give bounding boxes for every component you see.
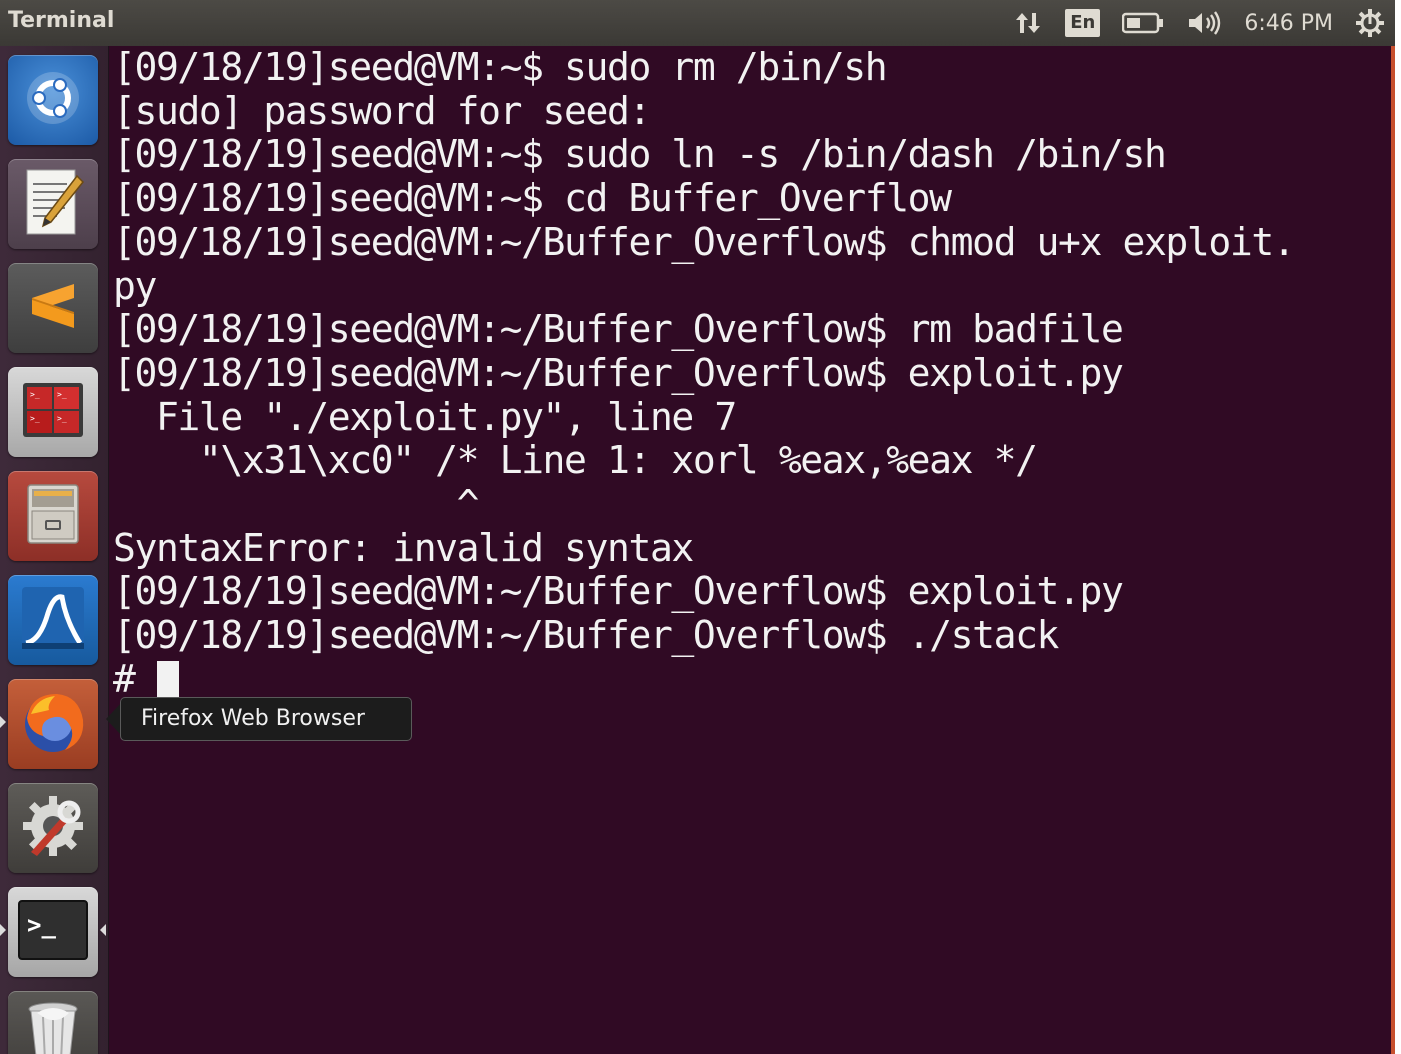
terminal-prompt-line: # bbox=[113, 656, 156, 701]
running-indicator-pip bbox=[0, 924, 6, 936]
launcher: >_ >_ >_ >_ >_ bbox=[0, 46, 109, 1054]
terminal-line: [09/18/19]seed@VM:~$ cd Buffer_Overflow bbox=[113, 176, 952, 221]
sublime-text-icon bbox=[26, 276, 80, 341]
svg-text:>_: >_ bbox=[27, 911, 56, 939]
terminal-line: "\x31\xc0" /* Line 1: xorl %eax,%eax */ bbox=[113, 438, 1038, 483]
terminal-line: [09/18/19]seed@VM:~/Buffer_Overflow$ chm… bbox=[113, 219, 1296, 264]
launcher-item-terminal[interactable]: >_ bbox=[8, 887, 98, 977]
file-cabinet-icon bbox=[22, 481, 84, 552]
terminal-output[interactable]: [09/18/19]seed@VM:~$ sudo rm /bin/sh [su… bbox=[113, 46, 1296, 702]
terminal-line: [09/18/19]seed@VM:~/Buffer_Overflow$ exp… bbox=[113, 569, 1124, 614]
launcher-item-firefox[interactable] bbox=[8, 679, 98, 769]
terminal-line: py bbox=[113, 263, 157, 308]
trash-icon bbox=[23, 999, 83, 1054]
terminal-line: File "./exploit.py", line 7 bbox=[113, 394, 737, 439]
network-transfer-icon[interactable] bbox=[1013, 9, 1043, 37]
keyboard-layout-indicator[interactable]: En bbox=[1065, 9, 1101, 37]
launcher-tooltip: Firefox Web Browser bbox=[120, 697, 412, 741]
indicator-area: En 6:46 PM bbox=[1013, 0, 1385, 46]
ubuntu-logo-icon bbox=[25, 70, 81, 131]
svg-text:>_: >_ bbox=[30, 390, 40, 399]
terminal-line: [09/18/19]seed@VM:~/Buffer_Overflow$ exp… bbox=[113, 350, 1124, 395]
launcher-item-sublime-text[interactable] bbox=[8, 263, 98, 353]
terminal-line: [09/18/19]seed@VM:~/Buffer_Overflow$ rm … bbox=[113, 307, 1124, 352]
terminal-line: [09/18/19]seed@VM:~$ sudo rm /bin/sh bbox=[113, 46, 888, 89]
launcher-item-terminator[interactable]: >_ >_ >_ >_ bbox=[8, 367, 98, 457]
svg-text:>_: >_ bbox=[57, 414, 67, 423]
launcher-item-text-editor[interactable] bbox=[8, 159, 98, 249]
settings-gear-wrench-icon bbox=[17, 790, 89, 867]
terminal-line: SyntaxError: invalid syntax bbox=[113, 525, 694, 570]
terminator-icon: >_ >_ >_ >_ bbox=[20, 380, 86, 445]
desktop-screen: Terminal En 6:46 PM >_ >_ >_ >_ >_ [09/1… bbox=[0, 0, 1401, 1054]
launcher-item-trash[interactable] bbox=[8, 991, 98, 1054]
clock[interactable]: 6:46 PM bbox=[1244, 11, 1333, 36]
battery-icon[interactable] bbox=[1122, 12, 1164, 34]
system-menu-gear-icon[interactable] bbox=[1355, 8, 1385, 38]
active-window-indicator-pip bbox=[100, 924, 106, 936]
terminal-cursor bbox=[157, 661, 179, 699]
wireshark-fin-icon bbox=[18, 583, 88, 658]
top-panel: Terminal En 6:46 PM bbox=[0, 0, 1395, 46]
launcher-item-dash-home[interactable] bbox=[8, 55, 98, 145]
text-editor-icon bbox=[21, 166, 85, 243]
terminal-line: [09/18/19]seed@VM:~/Buffer_Overflow$ ./s… bbox=[113, 613, 1059, 658]
terminal-line: [09/18/19]seed@VM:~$ sudo ln -s /bin/das… bbox=[113, 132, 1167, 177]
terminal-line: ^ bbox=[113, 482, 480, 527]
app-title: Terminal bbox=[8, 8, 115, 33]
terminal-line: [sudo] password for seed: bbox=[113, 88, 651, 133]
firefox-icon bbox=[17, 686, 89, 763]
svg-text:>_: >_ bbox=[57, 390, 67, 399]
svg-text:>_: >_ bbox=[30, 414, 40, 423]
launcher-item-system-settings[interactable] bbox=[8, 783, 98, 873]
tooltip-arrow bbox=[106, 703, 121, 735]
running-indicator-pip bbox=[0, 716, 6, 728]
terminal-icon: >_ bbox=[17, 899, 89, 966]
launcher-item-wireshark[interactable] bbox=[8, 575, 98, 665]
window-edge-highlight bbox=[1391, 46, 1395, 1054]
volume-icon[interactable] bbox=[1186, 10, 1222, 36]
terminal-window[interactable]: [09/18/19]seed@VM:~$ sudo rm /bin/sh [su… bbox=[109, 46, 1395, 1054]
launcher-item-files[interactable] bbox=[8, 471, 98, 561]
